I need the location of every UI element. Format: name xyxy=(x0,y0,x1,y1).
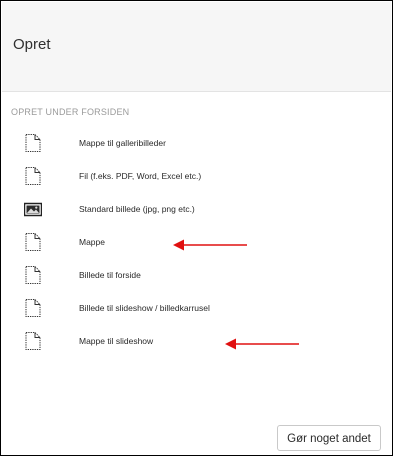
document-icon xyxy=(24,232,42,252)
do-something-else-button[interactable]: Gør noget andet xyxy=(277,425,381,451)
document-icon xyxy=(24,265,42,285)
option-gallery-folder[interactable]: Mappe til galleribilleder xyxy=(1,129,392,159)
create-dialog: Opret OPRET UNDER FORSIDEN Mappe til gal… xyxy=(0,0,393,456)
dialog-header: Opret xyxy=(2,2,391,92)
option-standard-image[interactable]: Standard billede (jpg, png etc.) xyxy=(1,195,392,225)
option-label: Billede til slideshow / billedkarrusel xyxy=(79,303,210,313)
document-icon xyxy=(24,331,42,351)
option-slideshow-image[interactable]: Billede til slideshow / billedkarrusel xyxy=(1,294,392,324)
document-icon xyxy=(24,133,42,153)
annotation-arrow-icon xyxy=(173,239,247,251)
option-label: Fil (f.eks. PDF, Word, Excel etc.) xyxy=(79,171,202,181)
option-label: Mappe xyxy=(79,237,105,247)
dialog-title: Opret xyxy=(13,36,51,53)
option-label: Mappe til galleribilleder xyxy=(79,138,166,148)
option-label: Billede til forside xyxy=(79,270,141,280)
option-label: Mappe til slideshow xyxy=(79,336,154,346)
document-icon xyxy=(24,298,42,318)
option-file[interactable]: Fil (f.eks. PDF, Word, Excel etc.) xyxy=(1,162,392,192)
option-label: Standard billede (jpg, png etc.) xyxy=(79,204,195,214)
image-icon xyxy=(23,199,43,219)
section-title: OPRET UNDER FORSIDEN xyxy=(11,107,130,117)
annotation-arrow-icon xyxy=(225,338,299,350)
document-icon xyxy=(24,166,42,186)
option-slideshow-folder[interactable]: Mappe til slideshow xyxy=(1,327,392,357)
option-frontpage-image[interactable]: Billede til forside xyxy=(1,261,392,291)
